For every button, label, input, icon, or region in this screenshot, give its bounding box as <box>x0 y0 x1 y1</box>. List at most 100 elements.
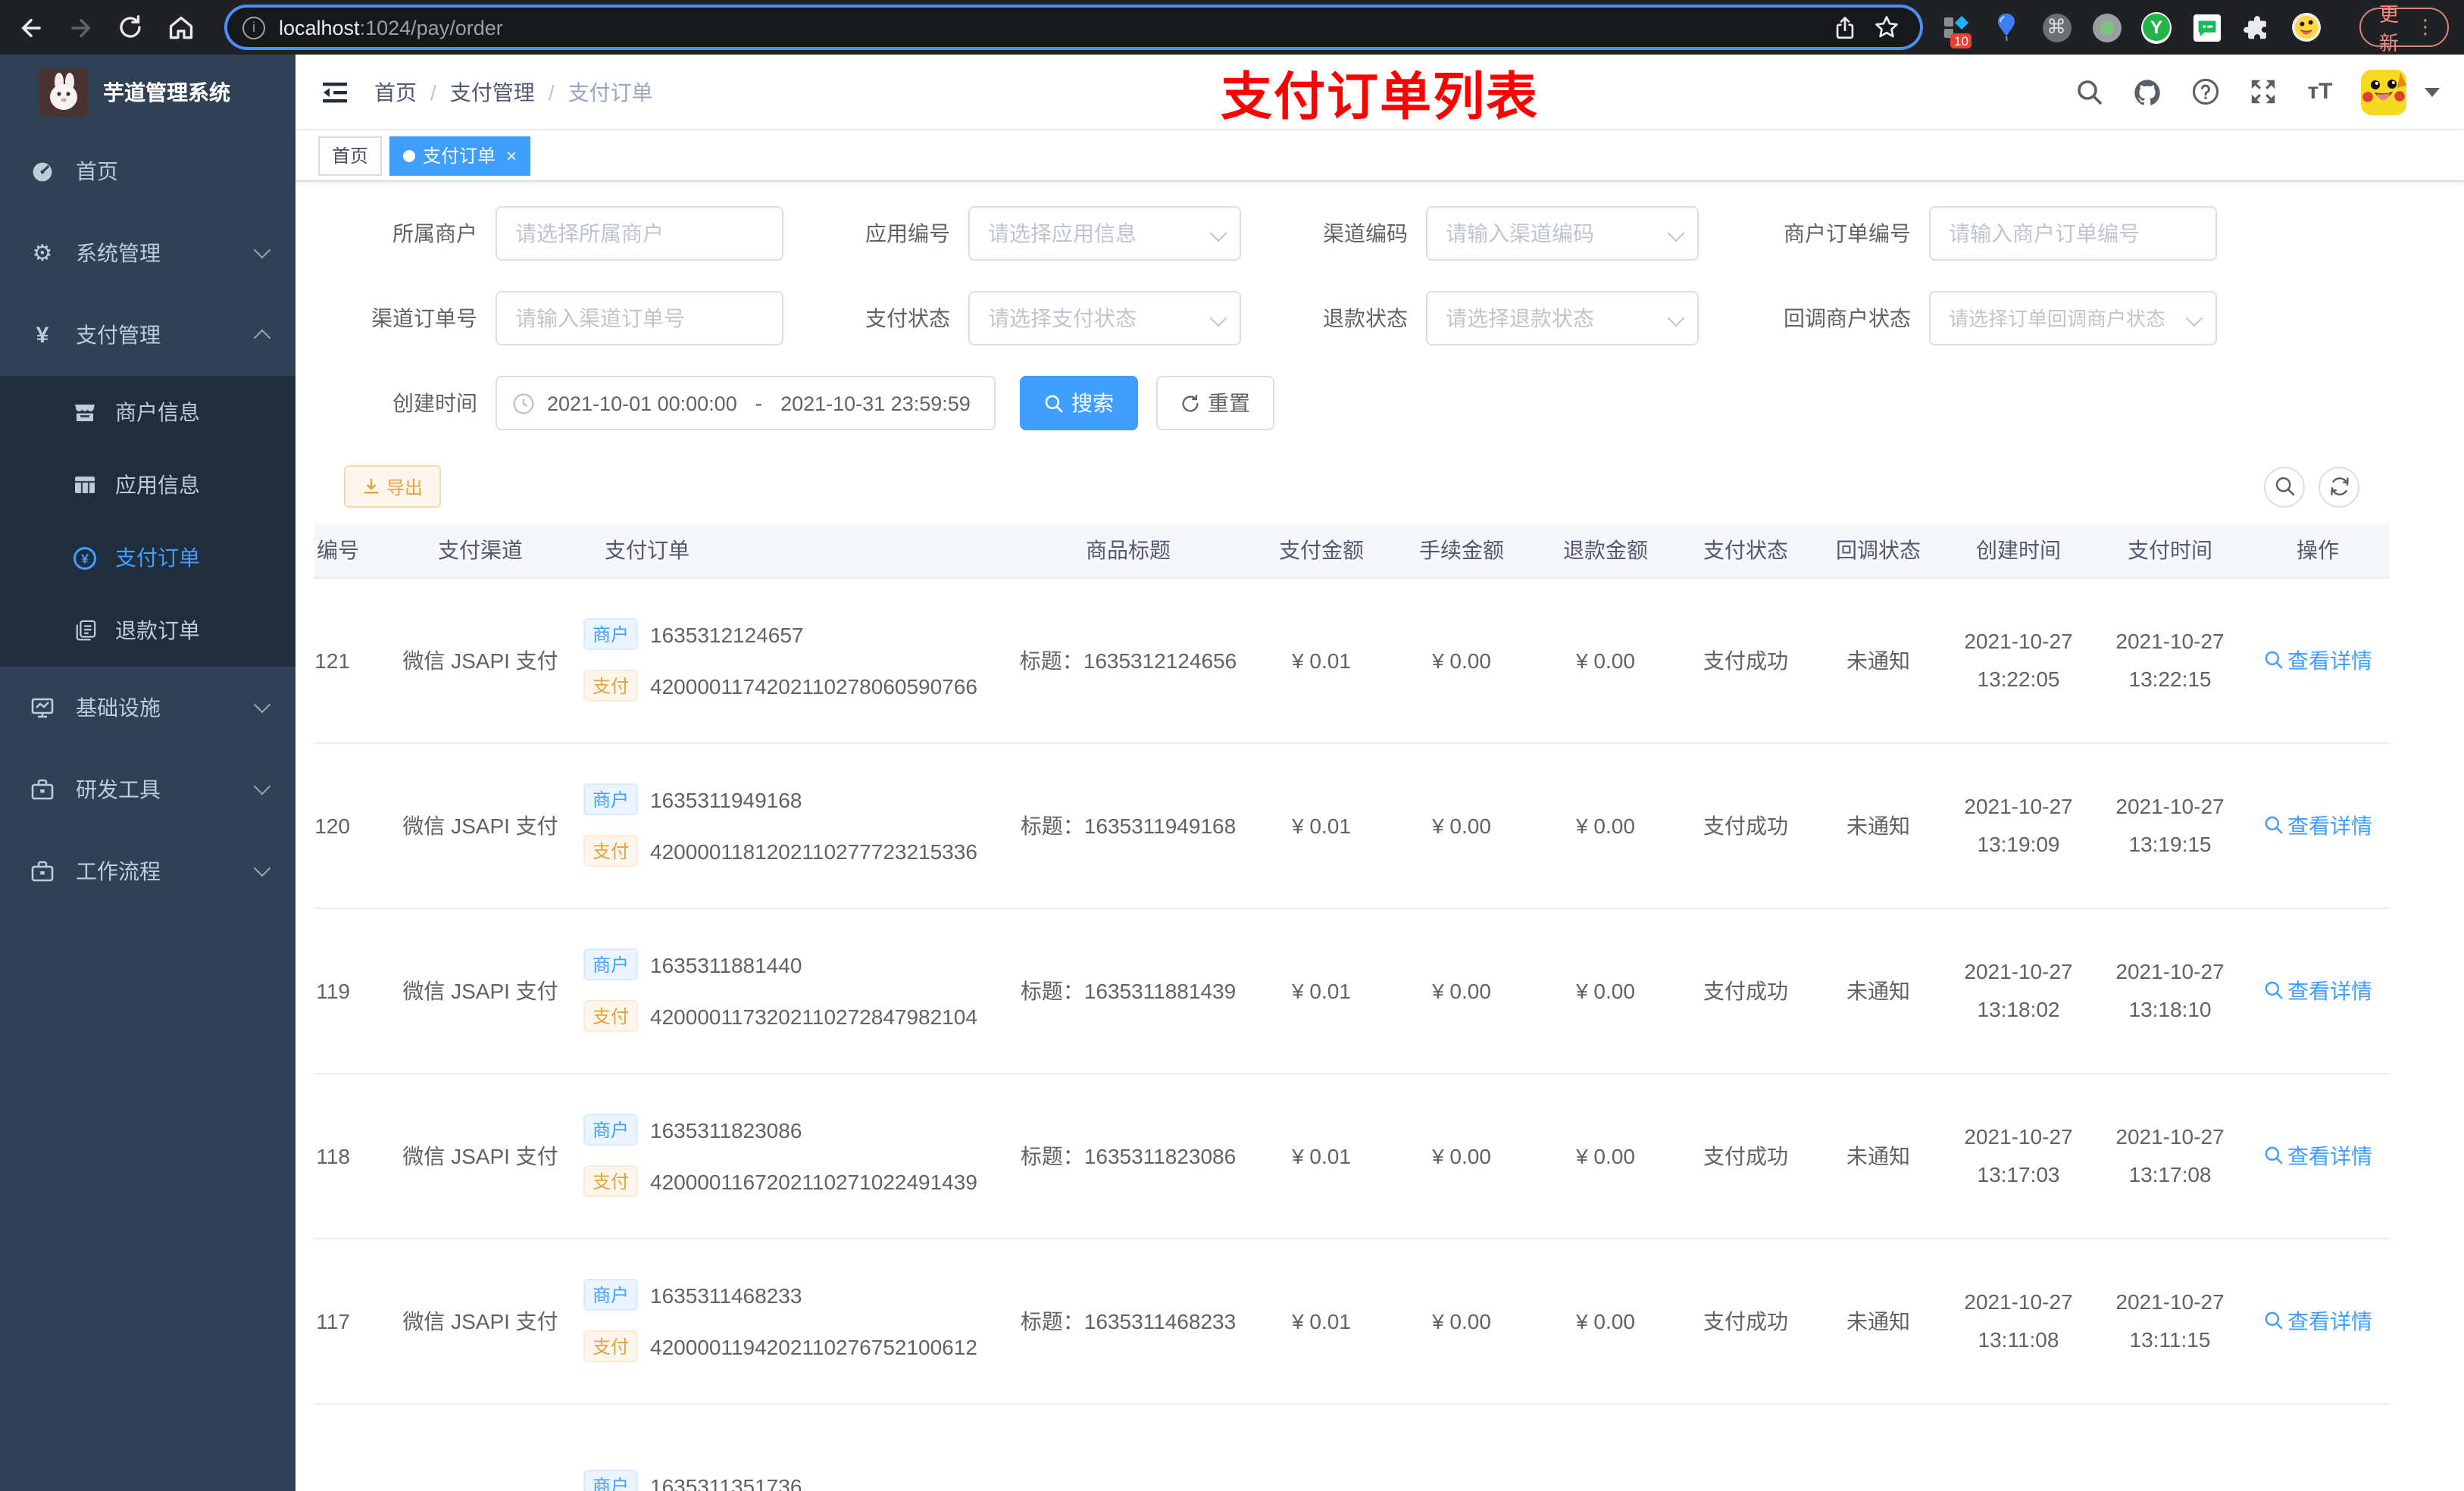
tab-home[interactable]: 首页 <box>318 136 383 175</box>
site-info-icon[interactable]: i <box>242 16 265 39</box>
refresh-table-button[interactable] <box>2319 466 2359 507</box>
browser-back-icon[interactable] <box>12 9 48 45</box>
update-label: 更新 <box>2379 3 2400 55</box>
callback-status-select[interactable] <box>1929 291 2217 345</box>
merchant-field[interactable] <box>496 206 783 261</box>
merchant-tag: 商户 <box>583 1470 639 1491</box>
sidebar-item-devtools[interactable]: 研发工具 <box>0 749 295 830</box>
github-icon[interactable] <box>2131 75 2164 108</box>
sidebar-item-workflow[interactable]: 工作流程 <box>0 830 295 912</box>
browser-reload-icon[interactable] <box>112 9 149 45</box>
date-start[interactable]: 2021-10-01 00:00:00 <box>547 392 737 414</box>
sidebar-item-payment[interactable]: ¥ 支付管理 <box>0 294 295 376</box>
table-row: 117 微信 JSAPI 支付 商户 1635311468233 支付 4200… <box>314 1238 2390 1404</box>
pay-status: 支付成功 <box>1678 577 1814 743</box>
col-header-title: 商品标题 <box>1003 523 1253 578</box>
col-header-channel: 支付渠道 <box>389 523 571 578</box>
sidebar-item-infra[interactable]: 基础设施 <box>0 667 295 749</box>
browser-update-button[interactable]: 更新 ⋮ <box>2359 3 2449 55</box>
tab-pay-order[interactable]: 支付订单 × <box>389 136 531 175</box>
sidebar-item-app-info[interactable]: 应用信息 <box>0 449 295 521</box>
hamburger-icon[interactable] <box>320 77 350 107</box>
extension-command-icon[interactable]: ⌘ <box>2041 12 2072 42</box>
refund-status-select[interactable] <box>1426 291 1699 345</box>
view-detail-link[interactable]: 查看详情 <box>2263 975 2372 1005</box>
extension-puzzle-icon[interactable] <box>2241 12 2272 42</box>
browser-forward-icon[interactable] <box>62 9 98 45</box>
export-button[interactable]: 导出 <box>344 465 442 508</box>
pay-clock: 13:19:15 <box>2128 831 2212 855</box>
browser-home-icon[interactable] <box>162 9 199 45</box>
merchant-tag: 商户 <box>583 1114 639 1146</box>
search-icon <box>2264 651 2282 669</box>
app-select[interactable] <box>968 206 1241 261</box>
extension-blocks-icon[interactable]: 10 <box>1941 12 1972 48</box>
filter-label-channel-order-no: 渠道订单号 <box>371 306 477 330</box>
extensions-cluster: 10 ⌘ Y 更新 ⋮ <box>1941 3 2449 55</box>
extension-dot-icon[interactable] <box>2091 12 2122 42</box>
merchant-order-no: 1635311823086 <box>650 1117 802 1142</box>
sidebar-item-label: 应用信息 <box>115 473 200 497</box>
app-logo[interactable]: 芋道管理系统 <box>0 55 295 130</box>
pay-date: 2021-10-27 <box>2115 794 2225 818</box>
create-time-range[interactable]: 2021-10-01 00:00:00 - 2021-10-31 23:59:5… <box>496 376 996 430</box>
view-detail-link[interactable]: 查看详情 <box>2263 810 2372 840</box>
url-text[interactable]: localhost:1024/pay/order <box>279 16 503 39</box>
help-icon[interactable] <box>2188 75 2222 108</box>
view-detail-link[interactable]: 查看详情 <box>2263 645 2372 675</box>
channel-pay-no: 4200001181202110277723215336 <box>650 839 977 863</box>
extension-emoji-icon[interactable] <box>2291 12 2322 42</box>
browser-toolbar: i localhost:1024/pay/order 10 ⌘ Y 更新 ⋮ <box>0 0 2464 55</box>
sidebar-item-refund-order[interactable]: 退款订单 <box>0 594 295 667</box>
sidebar-item-system[interactable]: ⚙ 系统管理 <box>0 212 295 294</box>
avatar[interactable] <box>2361 69 2406 114</box>
channel-order-no-field[interactable] <box>496 291 783 345</box>
date-end[interactable]: 2021-10-31 23:59:59 <box>780 392 971 414</box>
address-bar[interactable]: i localhost:1024/pay/order <box>227 8 1920 47</box>
avatar-caret-icon[interactable] <box>2425 87 2440 96</box>
merchant-order-no-input[interactable] <box>1929 206 2217 261</box>
merchant-order-no-field[interactable] <box>1929 206 2217 261</box>
pay-amount: ¥ 0.01 <box>1253 1238 1390 1404</box>
sidebar-item-pay-order[interactable]: ¥ 支付订单 <box>0 521 295 594</box>
callback-status-input[interactable] <box>1929 291 2217 345</box>
refresh-icon <box>2330 477 2348 495</box>
view-detail-link[interactable]: 查看详情 <box>2263 1140 2372 1171</box>
sidebar-item-home[interactable]: 首页 <box>0 130 295 212</box>
create-time: 2021-10-27 13:17:03 <box>1943 1073 2094 1239</box>
shop-icon <box>73 400 97 424</box>
extension-balloon-icon[interactable] <box>1991 12 2022 42</box>
bookmark-star-icon[interactable] <box>1868 9 1905 45</box>
view-detail-link[interactable]: 查看详情 <box>2263 1305 2372 1336</box>
merchant-tag: 商户 <box>583 618 639 650</box>
search-icon[interactable] <box>2073 75 2106 108</box>
channel-code-select[interactable] <box>1426 206 1699 261</box>
extension-y-icon[interactable]: Y <box>2141 11 2172 43</box>
close-icon[interactable]: × <box>506 145 517 166</box>
search-button[interactable]: 搜索 <box>1020 376 1138 430</box>
font-size-icon[interactable]: ᴛT <box>2303 75 2337 108</box>
share-icon[interactable] <box>1826 9 1862 45</box>
browser-menu-icon[interactable]: ⋮ <box>2416 15 2435 39</box>
breadcrumb-home[interactable]: 首页 <box>374 77 417 107</box>
pay-status-input[interactable] <box>968 291 1241 345</box>
breadcrumb-section[interactable]: 支付管理 <box>450 77 535 107</box>
extension-chat-icon[interactable] <box>2191 12 2222 42</box>
channel-order-no-input[interactable] <box>496 291 783 345</box>
pay-status-select[interactable] <box>968 291 1241 345</box>
chevron-down-icon <box>253 241 271 259</box>
fee-amount: ¥ 0.00 <box>1390 742 1534 908</box>
refund-status-input[interactable] <box>1426 291 1699 345</box>
product-title: 标题：1635311949168 <box>1003 742 1253 908</box>
app-select-input[interactable] <box>968 206 1241 261</box>
fullscreen-icon[interactable] <box>2246 75 2279 108</box>
show-search-button[interactable] <box>2264 466 2305 507</box>
channel-code-input[interactable] <box>1426 206 1699 261</box>
fee-amount: ¥ 0.00 <box>1390 1238 1534 1404</box>
create-time: 2021-10-27 13:22:05 <box>1943 577 2094 743</box>
pay-date: 2021-10-27 <box>2115 1124 2225 1149</box>
reset-button[interactable]: 重置 <box>1156 376 1274 430</box>
sidebar-item-merchant-info[interactable]: 商户信息 <box>0 376 295 449</box>
merchant-input[interactable] <box>496 206 783 261</box>
pay-order-cell: 商户 1635311351736 <box>571 1403 1003 1491</box>
